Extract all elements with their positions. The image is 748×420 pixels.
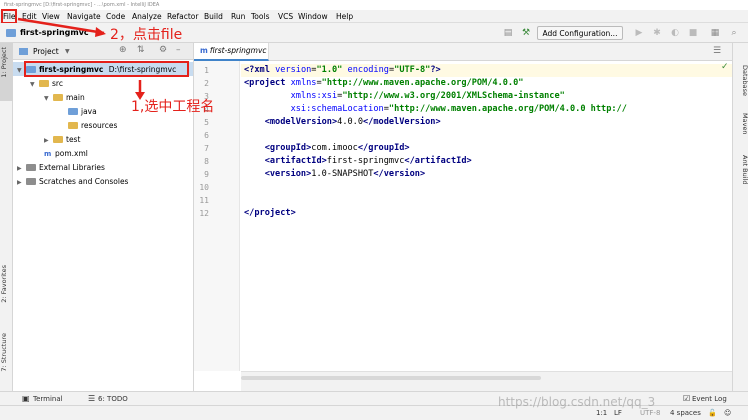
arrow-head: [95, 27, 106, 37]
annotation-step-1: 1,选中工程名: [131, 99, 215, 115]
arrow-to-file-menu: [17, 17, 105, 35]
annotation-step-2: 2，点击file: [110, 27, 183, 43]
watermark: https://blog.csdn.net/qq_3: [498, 395, 656, 409]
annotation-arrows: [17, 17, 145, 100]
